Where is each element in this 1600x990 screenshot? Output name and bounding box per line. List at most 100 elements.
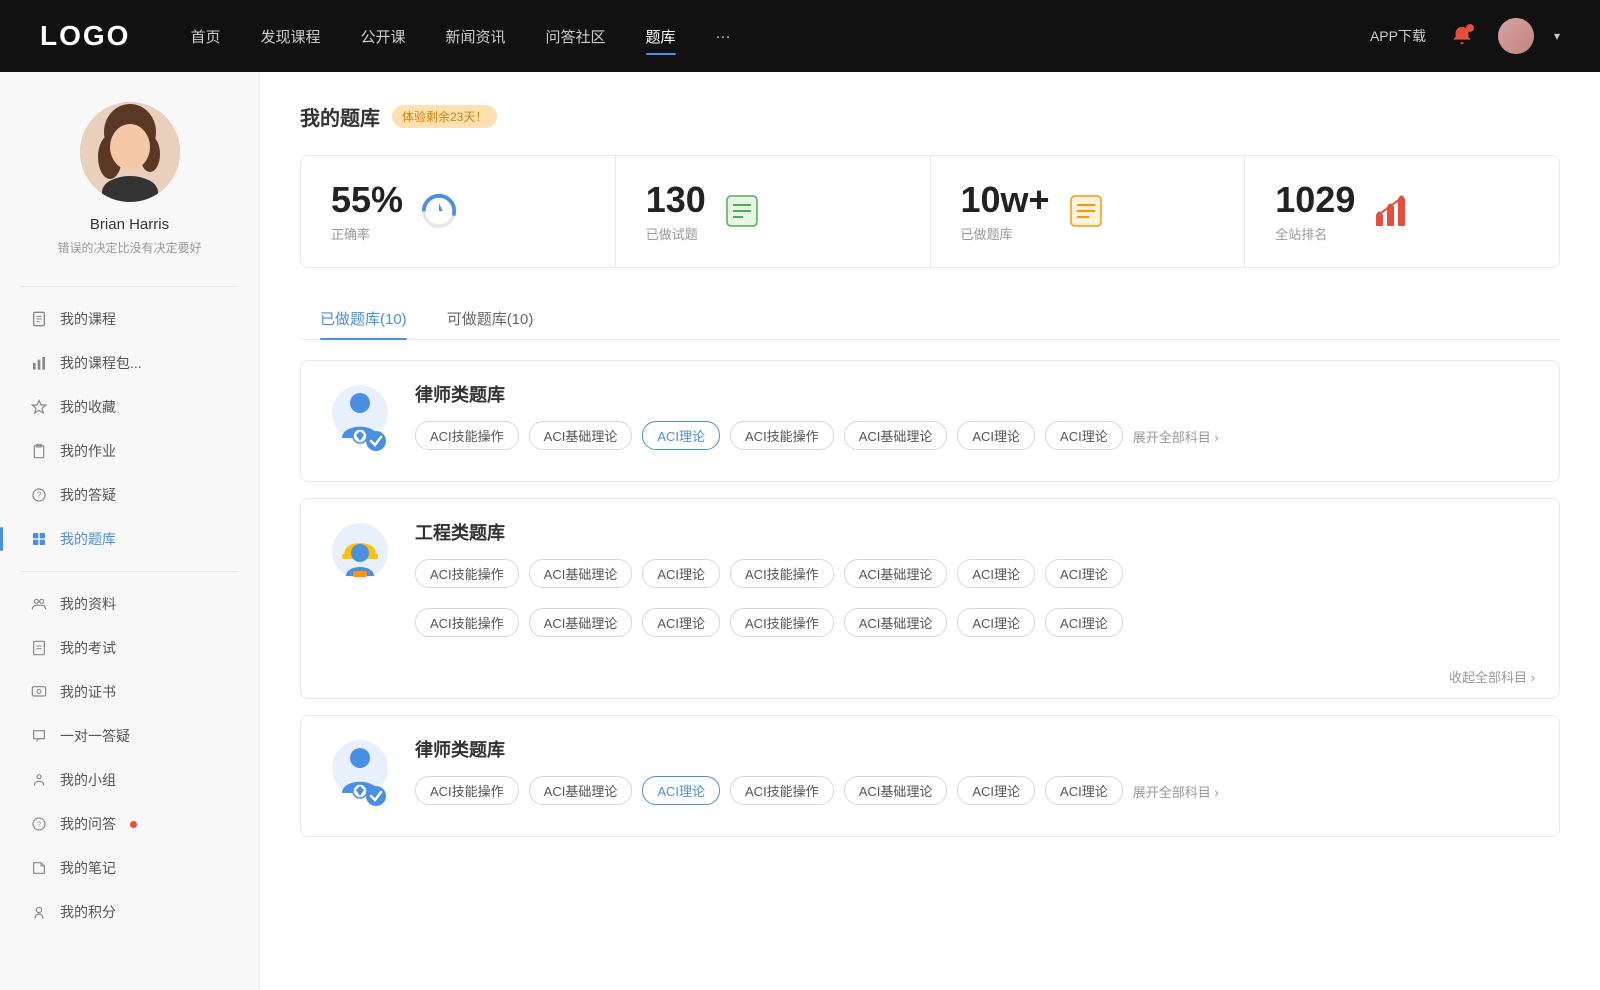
- qbank-card-lawyer-2: 律师类题库 ACI技能操作 ACI基础理论 ACI理论 ACI技能操作 ACI基…: [300, 715, 1560, 837]
- tag-lawyer2-4[interactable]: ACI基础理论: [844, 776, 948, 805]
- sidebar-item-group[interactable]: 我的小组: [0, 758, 259, 802]
- sidebar-item-label-points: 我的积分: [60, 902, 116, 922]
- sidebar-item-label-1on1: 一对一答疑: [60, 726, 130, 746]
- sidebar-item-points[interactable]: 我的积分: [0, 890, 259, 934]
- nav-open-course[interactable]: 公开课: [360, 22, 405, 51]
- group-icon: [30, 771, 48, 789]
- user-avatar-header[interactable]: [1498, 18, 1534, 54]
- tab-available-banks[interactable]: 可做题库(10): [427, 298, 554, 339]
- main-content: 我的题库 体验剩余23天！ 55% 正确率: [260, 72, 1600, 990]
- qbank-card-engineer: 工程类题库 ACI技能操作 ACI基础理论 ACI理论 ACI技能操作 ACI基…: [300, 498, 1560, 699]
- sidebar-item-homework[interactable]: 我的作业: [0, 429, 259, 473]
- nav-qa[interactable]: 问答社区: [546, 22, 606, 51]
- main-nav: 首页 发现课程 公开课 新闻资讯 问答社区 题库 ···: [190, 22, 1370, 51]
- tag-eng-r2-5[interactable]: ACI理论: [957, 608, 1035, 637]
- header-right: APP下载 ▾: [1370, 18, 1560, 54]
- tag-lawyer2-5[interactable]: ACI理论: [957, 776, 1035, 805]
- tag-lawyer2-2[interactable]: ACI理论: [642, 776, 720, 805]
- qbank-info-lawyer-1: 律师类题库 ACI技能操作 ACI基础理论 ACI理论 ACI技能操作 ACI基…: [415, 381, 1535, 460]
- orange-list-icon: [1067, 192, 1105, 230]
- tag-lawyer1-4[interactable]: ACI基础理论: [844, 421, 948, 450]
- sidebar-item-exams[interactable]: 我的考试: [0, 626, 259, 670]
- accuracy-icon-area: [419, 191, 459, 231]
- sidebar-item-label-courses: 我的课程: [60, 309, 116, 329]
- sidebar-menu: 我的课程 我的课程包... 我的收藏 我的作业: [0, 297, 259, 934]
- nav-news[interactable]: 新闻资讯: [446, 22, 506, 51]
- rank-label: 全站排名: [1275, 224, 1355, 243]
- tag-eng-r2-2[interactable]: ACI理论: [642, 608, 720, 637]
- collapse-link-engineer[interactable]: 收起全部科目 ›: [1449, 667, 1535, 686]
- tab-done-banks[interactable]: 已做题库(10): [300, 298, 427, 339]
- tag-lawyer1-1[interactable]: ACI基础理论: [529, 421, 633, 450]
- sidebar-item-favorites[interactable]: 我的收藏: [0, 385, 259, 429]
- qbank-info-engineer: 工程类题库 ACI技能操作 ACI基础理论 ACI理论 ACI技能操作 ACI基…: [415, 519, 1535, 647]
- tag-eng-r1-6[interactable]: ACI理论: [1045, 559, 1123, 588]
- page-title: 我的题库: [300, 102, 380, 131]
- qbank-title-lawyer-2: 律师类题库: [415, 736, 1535, 762]
- banks-done-label: 已做题库: [961, 224, 1050, 243]
- qbank-info-lawyer-2: 律师类题库 ACI技能操作 ACI基础理论 ACI理论 ACI技能操作 ACI基…: [415, 736, 1535, 815]
- stat-accuracy: 55% 正确率: [301, 156, 616, 267]
- tag-lawyer1-3[interactable]: ACI技能操作: [730, 421, 834, 450]
- avatar: [80, 102, 180, 202]
- nav-more[interactable]: ···: [716, 24, 731, 49]
- sidebar-divider-1: [20, 286, 239, 287]
- sidebar-item-label-qa: 我的答疑: [60, 485, 116, 505]
- sidebar-item-questions[interactable]: ? 我的问答: [0, 802, 259, 846]
- tag-eng-r2-3[interactable]: ACI技能操作: [730, 608, 834, 637]
- tag-lawyer1-5[interactable]: ACI理论: [957, 421, 1035, 450]
- nav-qbank[interactable]: 题库: [646, 22, 676, 51]
- tag-eng-r1-2[interactable]: ACI理论: [642, 559, 720, 588]
- logo[interactable]: LOGO: [40, 20, 130, 52]
- sidebar-item-certificate[interactable]: 我的证书: [0, 670, 259, 714]
- svg-text:?: ?: [37, 820, 41, 829]
- tag-lawyer2-3[interactable]: ACI技能操作: [730, 776, 834, 805]
- user-profile: Brian Harris 错误的决定比没有决定要好: [0, 102, 259, 276]
- sidebar-item-my-courses[interactable]: 我的课程: [0, 297, 259, 341]
- questions-done-icon: [722, 191, 762, 231]
- app-download-link[interactable]: APP下载: [1370, 26, 1426, 46]
- sidebar-item-materials[interactable]: 我的资料: [0, 582, 259, 626]
- tag-lawyer1-6[interactable]: ACI理论: [1045, 421, 1123, 450]
- tag-eng-r2-4[interactable]: ACI基础理论: [844, 608, 948, 637]
- sidebar-item-course-packages[interactable]: 我的课程包...: [0, 341, 259, 385]
- tag-eng-r2-6[interactable]: ACI理论: [1045, 608, 1123, 637]
- tag-lawyer2-0[interactable]: ACI技能操作: [415, 776, 519, 805]
- list-icon: [723, 192, 761, 230]
- sidebar-item-label-favorites: 我的收藏: [60, 397, 116, 417]
- qbank-icon-engineer: [325, 519, 395, 599]
- nav-home[interactable]: 首页: [190, 22, 220, 51]
- tag-lawyer1-2[interactable]: ACI理论: [642, 421, 720, 450]
- sidebar-item-qa[interactable]: ? 我的答疑: [0, 473, 259, 517]
- stat-questions-done: 130 已做试题: [616, 156, 931, 267]
- chevron-down-icon[interactable]: ▾: [1554, 29, 1560, 43]
- stat-banks-done: 10w+ 已做题库: [931, 156, 1246, 267]
- sidebar-item-label-questions: 我的问答: [60, 814, 116, 834]
- persons-icon: [30, 595, 48, 613]
- tag-eng-r1-1[interactable]: ACI基础理论: [529, 559, 633, 588]
- tag-eng-r1-0[interactable]: ACI技能操作: [415, 559, 519, 588]
- nav-courses[interactable]: 发现课程: [260, 22, 320, 51]
- sidebar-item-notes[interactable]: 我的笔记: [0, 846, 259, 890]
- chat-icon: [30, 727, 48, 745]
- tag-eng-r1-4[interactable]: ACI基础理论: [844, 559, 948, 588]
- page-title-row: 我的题库 体验剩余23天！: [300, 102, 1560, 131]
- sidebar-item-1on1[interactable]: 一对一答疑: [0, 714, 259, 758]
- tag-eng-r1-3[interactable]: ACI技能操作: [730, 559, 834, 588]
- tag-eng-r1-5[interactable]: ACI理论: [957, 559, 1035, 588]
- sidebar-item-my-qbank[interactable]: 我的题库: [0, 517, 259, 561]
- sidebar-item-label-homework: 我的作业: [60, 441, 116, 461]
- notification-bell[interactable]: [1446, 20, 1478, 52]
- tag-lawyer2-1[interactable]: ACI基础理论: [529, 776, 633, 805]
- user-motto: 错误的决定比没有决定要好: [57, 239, 201, 256]
- accuracy-label: 正确率: [331, 224, 403, 243]
- banks-done-value: 10w+: [961, 180, 1050, 220]
- expand-link-lawyer1[interactable]: 展开全部科目 ›: [1133, 427, 1219, 450]
- tag-eng-r2-1[interactable]: ACI基础理论: [529, 608, 633, 637]
- tag-eng-r2-0[interactable]: ACI技能操作: [415, 608, 519, 637]
- tag-lawyer1-0[interactable]: ACI技能操作: [415, 421, 519, 450]
- main-layout: Brian Harris 错误的决定比没有决定要好 我的课程 我的课程包...: [0, 72, 1600, 990]
- tag-lawyer2-6[interactable]: ACI理论: [1045, 776, 1123, 805]
- expand-link-lawyer2[interactable]: 展开全部科目 ›: [1133, 782, 1219, 805]
- pie-chart-icon: [420, 192, 458, 230]
